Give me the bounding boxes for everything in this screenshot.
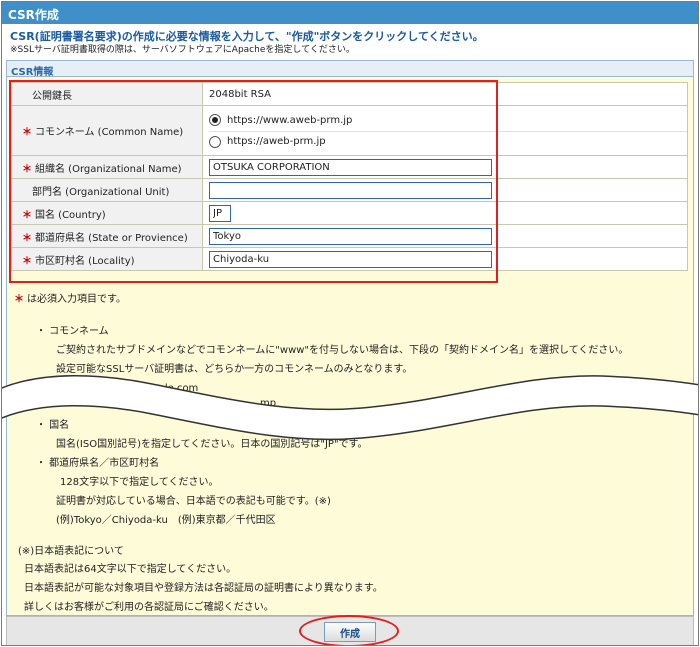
form-row-common-name: ＊コモンネーム (Common Name) https://www.aweb-p… [11, 105, 688, 156]
option-label: https://aweb-prm.jp [227, 136, 326, 147]
jp-note-desc3: 詳しくはお客様がご利用の各認証局にご確認ください。 [24, 602, 274, 613]
intro-note: ※SSLサーバ証明書取得の際は、サーバソフトウェアにApacheを指定してくださ… [10, 45, 355, 55]
form-row-country: ＊国名 (Country) [11, 201, 688, 225]
organization-label-cell: ＊組織名 (Organizational Name) [11, 155, 203, 179]
required-mark: ＊ [22, 163, 32, 175]
state-input[interactable] [209, 227, 492, 245]
locality-label-cell: ＊市区町村名 (Locality) [11, 247, 203, 271]
jp-note-desc2: 日本語表記が可能な対象項目や登録方法は各認証局の証明書により異なります。 [24, 583, 383, 594]
unit-input[interactable] [209, 181, 492, 199]
create-button[interactable]: 作成 [324, 622, 376, 642]
form-row-public-key: 公開鍵長 2048bit RSA [11, 82, 688, 106]
jp-note-desc1: 日本語表記は64文字以下で指定してください。 [24, 564, 237, 575]
country-note-desc: 国名(ISO国別記号)を指定してください。日本の国別記号は"JP"です。 [56, 439, 368, 450]
unit-label-cell: 部門名 (Organizational Unit) [11, 178, 203, 202]
option-label: https://www.aweb-prm.jp [227, 114, 353, 126]
radio-selected-icon[interactable] [209, 114, 221, 126]
country-label-cell: ＊国名 (Country) [11, 201, 203, 225]
page-title: CSR作成 [2, 2, 698, 24]
required-mark: ＊ [14, 294, 24, 305]
public-key-label: 公開鍵長 [32, 90, 72, 102]
form-row-unit: 部門名 (Organizational Unit) [11, 178, 688, 202]
csr-form-table: 公開鍵長 2048bit RSA ＊コモンネーム (Common Name) h… [11, 82, 688, 271]
common-name-note-desc2: 設定可能なSSLサーバ証明書は、どちらか一方のコモンネームのみとなります。 [56, 364, 413, 375]
state-note-heading: ・ 都道府県名／市区町村名 [36, 458, 160, 469]
locality-label: 市区町村名 (Locality) [35, 255, 135, 267]
page-frame: CSR作成 CSR(証明書署名要求)の作成に必要な情報を入力して、"作成"ボタン… [1, 1, 699, 646]
state-label: 都道府県名 (State or Provience) [35, 232, 188, 244]
common-name-note-example: (例)https://sub.example.com [56, 383, 199, 394]
public-key-value: 2048bit RSA [202, 82, 688, 106]
common-name-label: コモンネーム (Common Name) [35, 127, 184, 138]
common-name-option-root[interactable]: https://aweb-prm.jp [209, 130, 687, 152]
common-name-note-desc1: ご契約されたサブドメインなどでコモンネームに"www"を付与しない場合は、下段の… [56, 345, 629, 356]
country-input[interactable] [209, 204, 231, 222]
required-note: ＊は必須入力項目です。 [14, 294, 126, 305]
unit-label: 部門名 (Organizational Unit) [32, 186, 170, 198]
csr-info-section: CSR情報 公開鍵長 2048bit RSA ＊コモンネーム (Common N… [6, 60, 694, 616]
common-name-option-www[interactable]: https://www.aweb-prm.jp [209, 110, 687, 131]
section-title: CSR情報 [7, 61, 693, 78]
required-mark: ＊ [22, 127, 32, 138]
form-row-organization: ＊組織名 (Organizational Name) [11, 155, 688, 179]
public-key-label-cell: 公開鍵長 [11, 82, 203, 106]
required-mark: ＊ [22, 209, 32, 221]
state-note-example: (例)Tokyo／Chiyoda-ku (例)東京都／千代田区 [56, 515, 276, 526]
radio-unselected-icon[interactable] [209, 135, 221, 148]
country-note-heading: ・ 国名 [36, 420, 70, 431]
organization-input[interactable] [209, 158, 492, 176]
common-name-note-heading: ・ コモンネーム [36, 326, 109, 337]
cut-fragment-text: mp [260, 398, 277, 409]
country-label: 国名 (Country) [35, 209, 106, 221]
state-label-cell: ＊都道府県名 (State or Provience) [11, 224, 203, 248]
form-row-locality: ＊市区町村名 (Locality) [11, 247, 688, 271]
state-note-desc1: 128文字以下で指定してください。 [60, 477, 219, 488]
form-footer: 作成 [6, 616, 694, 645]
common-name-label-cell: ＊コモンネーム (Common Name) [11, 105, 203, 156]
form-row-state: ＊都道府県名 (State or Provience) [11, 224, 688, 248]
organization-label: 組織名 (Organizational Name) [35, 163, 182, 175]
jp-note-heading: (※)日本語表記について [18, 546, 124, 557]
state-note-desc2: 証明書が対応している場合、日本語での表記も可能です。(※) [56, 496, 331, 507]
locality-input[interactable] [209, 250, 492, 268]
required-mark: ＊ [22, 255, 32, 267]
required-mark: ＊ [22, 232, 32, 244]
common-name-options: https://www.aweb-prm.jp https://aweb-prm… [202, 105, 688, 156]
